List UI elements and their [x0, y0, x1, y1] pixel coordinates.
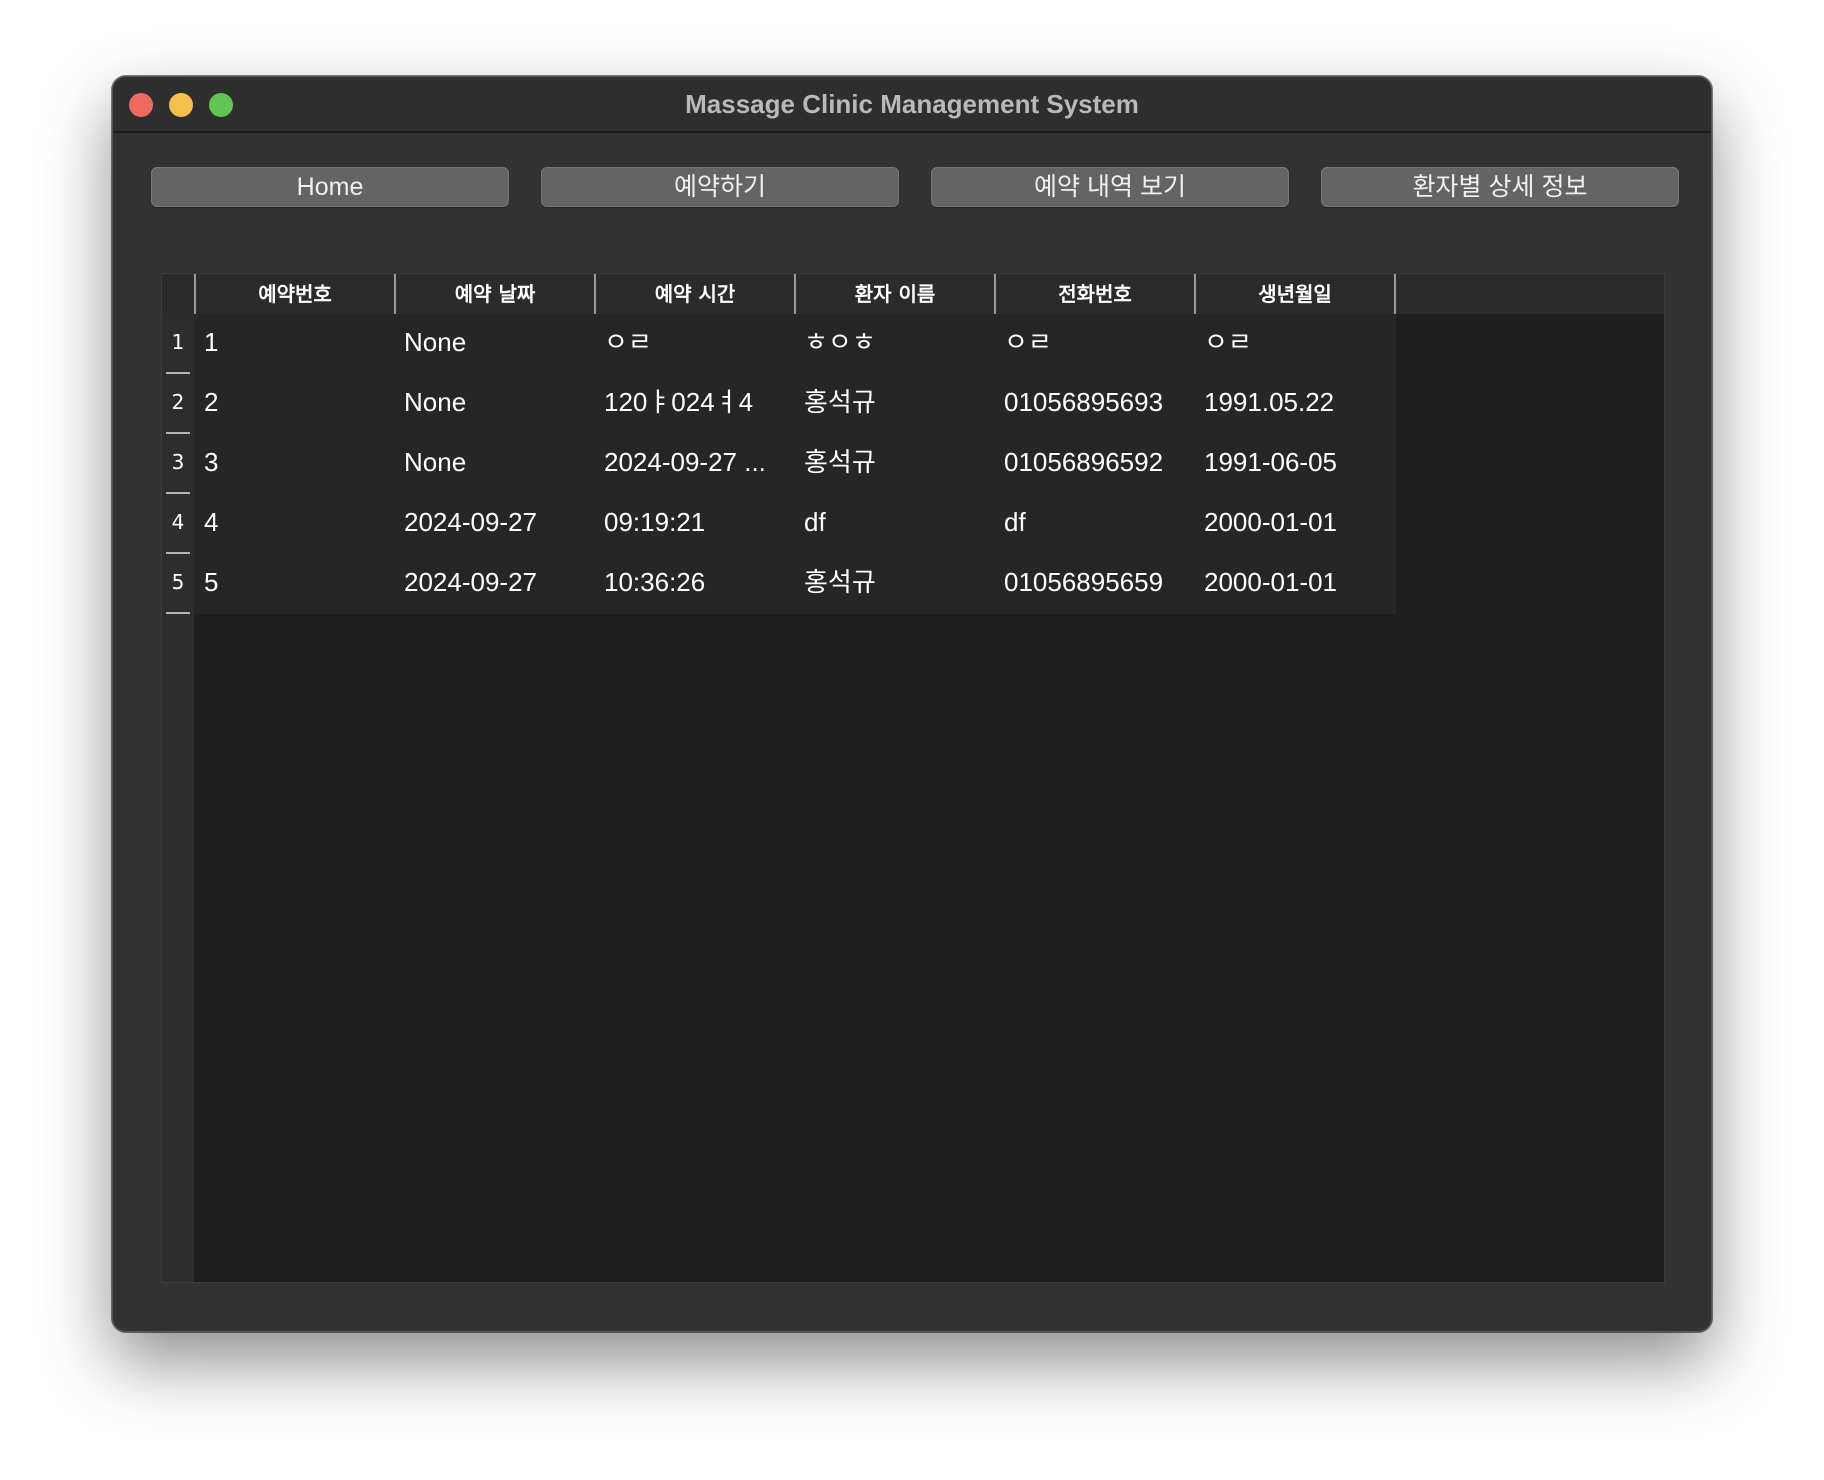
table-cell[interactable]: 홍석규: [794, 554, 994, 614]
table-cell[interactable]: None: [394, 314, 594, 374]
table-cell[interactable]: 2: [194, 374, 394, 434]
reservation-history-button[interactable]: 예약 내역 보기: [931, 167, 1289, 207]
home-button[interactable]: Home: [151, 167, 509, 207]
reservation-table[interactable]: 예약번호 예약 날짜 예약 시간 환자 이름 전화번호 생년월일 1 2 3 4…: [161, 273, 1665, 1283]
title-bar[interactable]: Massage Clinic Management System: [113, 77, 1711, 133]
table-cell[interactable]: 4: [194, 494, 394, 554]
table-cell[interactable]: ㅎㅇㅎ: [794, 314, 994, 374]
app-window: Massage Clinic Management System Home 예약…: [112, 76, 1712, 1332]
table-row[interactable]: 1 None ㅇㄹ ㅎㅇㅎ ㅇㄹ ㅇㄹ: [194, 314, 1396, 374]
table-cell[interactable]: 2024-09-27: [394, 554, 594, 614]
table-cell[interactable]: None: [394, 374, 594, 434]
table-cell[interactable]: 01056896592: [994, 434, 1194, 494]
table-cell[interactable]: 5: [194, 554, 394, 614]
row-number[interactable]: 3: [162, 434, 194, 494]
table-cell[interactable]: ㅇㄹ: [594, 314, 794, 374]
window-title: Massage Clinic Management System: [685, 89, 1139, 119]
row-header-column: 1 2 3 4 5: [162, 314, 194, 1282]
table-cell[interactable]: 10:36:26: [594, 554, 794, 614]
column-header-reservation-date[interactable]: 예약 날짜: [394, 274, 594, 314]
table-cell[interactable]: 120ㅑ024ㅕ4: [594, 374, 794, 434]
row-number[interactable]: 5: [162, 554, 194, 614]
column-header-reservation-number[interactable]: 예약번호: [194, 274, 394, 314]
table-cell[interactable]: 01056895659: [994, 554, 1194, 614]
table-cell[interactable]: 2024-09-27: [394, 494, 594, 554]
table-cell[interactable]: 홍석규: [794, 434, 994, 494]
table-cell[interactable]: 01056895693: [994, 374, 1194, 434]
table-row[interactable]: 5 2024-09-27 10:36:26 홍석규 01056895659 20…: [194, 554, 1396, 614]
table-row[interactable]: 3 None 2024-09-27 ... 홍석규 01056896592 19…: [194, 434, 1396, 494]
reserve-button[interactable]: 예약하기: [541, 167, 899, 207]
table-cell[interactable]: ㅇㄹ: [994, 314, 1194, 374]
column-header-patient-name[interactable]: 환자 이름: [794, 274, 994, 314]
row-number[interactable]: 2: [162, 374, 194, 434]
table-cell[interactable]: 1: [194, 314, 394, 374]
table-cell[interactable]: 09:19:21: [594, 494, 794, 554]
row-number[interactable]: 1: [162, 314, 194, 374]
table-cell[interactable]: df: [994, 494, 1194, 554]
column-header-divider: [1394, 274, 1396, 314]
column-header-birthdate[interactable]: 생년월일: [1194, 274, 1394, 314]
table-cell[interactable]: 2000-01-01: [1194, 494, 1394, 554]
table-cell[interactable]: 2024-09-27 ...: [594, 434, 794, 494]
column-header-reservation-time[interactable]: 예약 시간: [594, 274, 794, 314]
patient-detail-button[interactable]: 환자별 상세 정보: [1321, 167, 1679, 207]
table-cell[interactable]: 1991.05.22: [1194, 374, 1394, 434]
table-row[interactable]: 4 2024-09-27 09:19:21 df df 2000-01-01: [194, 494, 1396, 554]
table-cell[interactable]: 2000-01-01: [1194, 554, 1394, 614]
table-header: 예약번호 예약 날짜 예약 시간 환자 이름 전화번호 생년월일: [162, 274, 1664, 314]
table-cell[interactable]: df: [794, 494, 994, 554]
table-cell[interactable]: 3: [194, 434, 394, 494]
table-row[interactable]: 2 None 120ㅑ024ㅕ4 홍석규 01056895693 1991.05…: [194, 374, 1396, 434]
table-cell[interactable]: 홍석규: [794, 374, 994, 434]
row-number[interactable]: 4: [162, 494, 194, 554]
table-cell[interactable]: 1991-06-05: [1194, 434, 1394, 494]
column-header-phone[interactable]: 전화번호: [994, 274, 1194, 314]
table-cell[interactable]: ㅇㄹ: [1194, 314, 1394, 374]
table-cell[interactable]: None: [394, 434, 594, 494]
